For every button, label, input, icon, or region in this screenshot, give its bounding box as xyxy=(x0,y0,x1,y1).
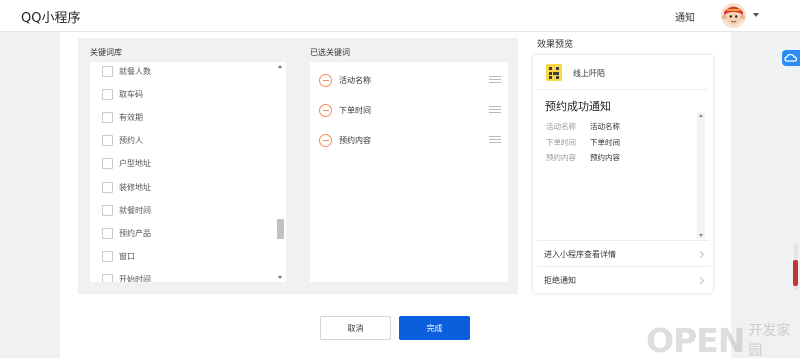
keyword-item[interactable]: 取车码 xyxy=(102,87,143,101)
cancel-button[interactable]: 取消 xyxy=(320,316,391,340)
checkbox[interactable] xyxy=(102,88,113,100)
checkbox[interactable] xyxy=(102,134,113,146)
preview-scrollbar[interactable] xyxy=(697,112,705,239)
drag-handle-icon[interactable] xyxy=(489,136,501,144)
preview-message-title: 预约成功通知 xyxy=(545,100,611,113)
checkbox[interactable] xyxy=(102,157,113,169)
app-icon xyxy=(546,64,562,81)
keyword-item[interactable]: 装修地址 xyxy=(102,180,151,194)
checkbox[interactable] xyxy=(102,273,113,282)
app-title: QQ小程序 xyxy=(21,11,81,26)
keyword-library-list[interactable]: 就餐人数 取车码 有效期 预约人 户型地址 装修地址 就餐时间 预约产品 窗口 … xyxy=(90,62,286,282)
cloud-icon[interactable] xyxy=(782,50,800,66)
keyword-library-title: 关键词库 xyxy=(90,48,122,57)
preview-field: 活动名称 活动名称 xyxy=(546,122,620,131)
watermark-latin: OPEN xyxy=(646,320,745,358)
top-bar: QQ小程序 通知 xyxy=(0,0,800,32)
done-button[interactable]: 完成 xyxy=(399,316,470,340)
drag-handle-icon[interactable] xyxy=(489,76,501,84)
checkbox[interactable] xyxy=(102,65,113,77)
notification-link[interactable]: 通知 xyxy=(675,9,695,24)
scroll-up-icon[interactable] xyxy=(278,65,282,68)
divider xyxy=(537,89,707,90)
selected-keyword-item[interactable]: 预约内容 xyxy=(319,132,501,148)
open-miniprogram-link[interactable]: 进入小程序查看详情 xyxy=(544,246,707,262)
minus-circle-icon[interactable] xyxy=(319,103,332,117)
keyword-item[interactable]: 开始时间 xyxy=(102,272,151,282)
minus-circle-icon[interactable] xyxy=(319,73,332,87)
selected-keyword-item[interactable]: 活动名称 xyxy=(319,72,501,88)
checkbox[interactable] xyxy=(102,227,113,239)
preview-field: 预约内容 预约内容 xyxy=(546,153,620,162)
selected-keyword-item[interactable]: 下单时间 xyxy=(319,102,501,118)
chevron-right-icon xyxy=(696,250,705,258)
keyword-item[interactable]: 就餐人数 xyxy=(102,64,151,78)
scroll-up-icon[interactable] xyxy=(699,114,703,117)
scroll-down-icon[interactable] xyxy=(278,276,282,279)
keyword-item[interactable]: 有效期 xyxy=(102,110,143,124)
checkbox[interactable] xyxy=(102,204,113,216)
minus-circle-icon[interactable] xyxy=(319,133,332,147)
avatar-monkey-icon xyxy=(721,3,746,28)
reject-notification-link[interactable]: 拒绝通知 xyxy=(544,272,707,288)
keyword-library-scrollbar[interactable] xyxy=(276,64,285,280)
caret-down-icon[interactable] xyxy=(753,13,759,17)
watermark: OPEN 开发家园 xyxy=(646,320,800,358)
selected-keywords-title: 已选关键词 xyxy=(310,48,350,57)
watermark-cn: 开发家园 xyxy=(748,323,791,358)
divider xyxy=(537,240,710,241)
drag-handle-icon[interactable] xyxy=(489,106,501,114)
checkbox[interactable] xyxy=(102,111,113,123)
preview-app-name: 线上阡陌 xyxy=(573,69,605,78)
divider xyxy=(537,266,710,267)
checkbox[interactable] xyxy=(102,250,113,262)
keyword-item[interactable]: 就餐时间 xyxy=(102,203,151,217)
avatar[interactable] xyxy=(721,3,746,28)
keyword-item[interactable]: 窗口 xyxy=(102,249,135,263)
keyword-item[interactable]: 预约产品 xyxy=(102,226,151,240)
scroll-thumb[interactable] xyxy=(277,219,284,239)
keyword-item[interactable]: 户型地址 xyxy=(102,156,151,170)
selected-keywords-list: 活动名称 下单时间 预约内容 xyxy=(310,62,508,282)
keyword-item[interactable]: 预约人 xyxy=(102,133,143,147)
preview-field: 下单时间 下单时间 xyxy=(546,138,620,147)
page-scroll-thumb[interactable] xyxy=(793,260,798,286)
chevron-right-icon xyxy=(696,276,705,284)
scroll-down-icon[interactable] xyxy=(699,234,703,237)
preview-title: 效果预览 xyxy=(537,40,574,50)
checkbox[interactable] xyxy=(102,181,113,193)
